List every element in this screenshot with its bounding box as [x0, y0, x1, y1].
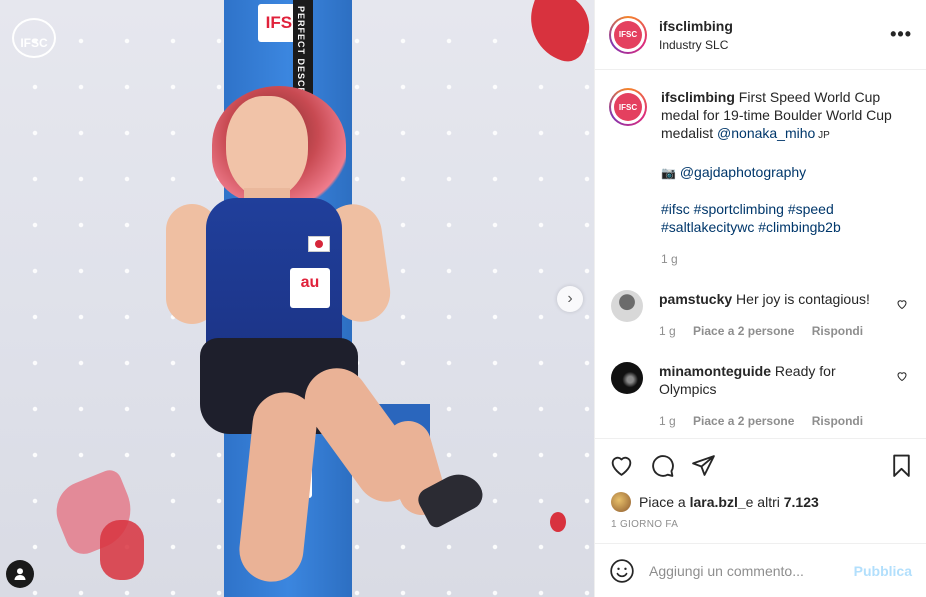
add-comment-input[interactable]: [649, 562, 854, 579]
hashtags-line-2[interactable]: #saltlakecitywc #climbingb2b: [661, 218, 901, 236]
japan-flag-patch: [308, 236, 330, 252]
likes-summary: Piace a lara.bzl_ e altri 7.123: [595, 491, 926, 513]
comment-text: Her joy is contagious!: [732, 291, 870, 307]
hashtags-line-1[interactable]: #ifsc #sportclimbing #speed: [661, 200, 901, 218]
publish-button[interactable]: Pubblica: [854, 563, 912, 579]
like-heart-icon[interactable]: [609, 453, 634, 478]
like-comment-heart-icon[interactable]: [896, 370, 908, 382]
country-code: JP: [815, 130, 830, 141]
photo-credit-line: 📷 @gajdaphotography: [661, 163, 901, 182]
likes-count[interactable]: 7.123: [784, 494, 819, 510]
comment-meta: 1 g Piace a 2 persone Rispondi: [659, 412, 889, 430]
next-photo-button[interactable]: ›: [557, 286, 583, 312]
comments-section: IFSC ifsclimbing First Speed World Cup m…: [595, 70, 926, 439]
comment-likes[interactable]: Piace a 2 persone: [693, 324, 794, 338]
liker-avatar[interactable]: [611, 492, 631, 512]
instagram-post-view: IFSC IFSC IFSC PERFECT DESCENT au ›: [0, 0, 926, 597]
reply-button[interactable]: Rispondi: [812, 414, 863, 428]
ifsc-avatar-logo-caption: IFSC: [614, 93, 642, 121]
caption-time[interactable]: 1 g: [661, 252, 678, 266]
climbing-hold-small: [550, 512, 566, 532]
mention-link[interactable]: @nonaka_miho: [717, 125, 815, 141]
caption-meta: 1 g: [661, 250, 901, 268]
post-action-bar: [595, 439, 926, 491]
comment-bubble-icon[interactable]: [650, 453, 675, 478]
race-bib: au: [290, 268, 330, 308]
emoji-smiley-icon[interactable]: [609, 558, 635, 584]
comment-likes[interactable]: Piace a 2 persone: [693, 414, 794, 428]
more-options-icon[interactable]: •••: [890, 24, 912, 45]
tagged-user-icon[interactable]: [6, 560, 34, 588]
race-bib-text: au: [300, 274, 320, 291]
comment-username[interactable]: pamstucky: [659, 291, 732, 307]
ifsc-watermark-logo: IFSC: [12, 18, 56, 58]
likes-suffix: e altri: [745, 494, 780, 510]
post-location[interactable]: Industry SLC: [659, 37, 733, 53]
comment-item: minamonteguide Ready for Olympics 1 g Pi…: [609, 362, 912, 430]
camera-icon: 📷: [661, 166, 676, 180]
comment-text-block: pamstucky Her joy is contagious!: [659, 290, 889, 308]
comment-username[interactable]: minamonteguide: [659, 363, 771, 379]
comment-item: pamstucky Her joy is contagious! 1 g Pia…: [609, 290, 912, 340]
commenter-avatar[interactable]: [611, 362, 643, 394]
ifsc-watermark-text: IFSC: [20, 36, 48, 50]
like-comment-heart-icon[interactable]: [896, 298, 908, 310]
post-date[interactable]: 1 GIORNO FA: [595, 513, 926, 543]
reply-button[interactable]: Rispondi: [812, 324, 863, 338]
post-header: IFSC ifsclimbing Industry SLC •••: [595, 0, 926, 70]
post-photo[interactable]: IFSC IFSC IFSC PERFECT DESCENT au ›: [0, 0, 594, 597]
climbing-hold-red-lower: [100, 520, 144, 580]
comment-time[interactable]: 1 g: [659, 414, 676, 428]
user-icon: [14, 568, 26, 580]
liker-username[interactable]: lara.bzl_: [690, 494, 746, 510]
comment-text-block: minamonteguide Ready for Olympics: [659, 362, 889, 398]
account-avatar[interactable]: IFSC: [609, 15, 647, 54]
add-comment-bar: Pubblica: [595, 543, 926, 597]
comment-meta: 1 g Piace a 2 persone Rispondi: [659, 322, 889, 340]
caption-username[interactable]: ifsclimbing: [661, 89, 735, 105]
likes-prefix: Piace a: [639, 494, 686, 510]
climber-face: [226, 96, 308, 198]
post-caption: IFSC ifsclimbing First Speed World Cup m…: [609, 88, 912, 268]
caption-text-block: ifsclimbing First Speed World Cup medal …: [661, 88, 901, 145]
photographer-link[interactable]: @gajdaphotography: [680, 164, 806, 180]
share-paper-plane-icon[interactable]: [691, 453, 716, 478]
comment-time[interactable]: 1 g: [659, 324, 676, 338]
caption-avatar[interactable]: IFSC: [609, 88, 647, 126]
save-bookmark-icon[interactable]: [889, 453, 914, 478]
commenter-avatar[interactable]: [611, 290, 643, 322]
post-side-panel: IFSC ifsclimbing Industry SLC ••• IFSC i…: [594, 0, 926, 597]
ifsc-avatar-logo: IFSC: [614, 20, 642, 49]
hashtags: #ifsc #sportclimbing #speed #saltlakecit…: [661, 200, 901, 236]
account-username[interactable]: ifsclimbing: [659, 17, 733, 35]
